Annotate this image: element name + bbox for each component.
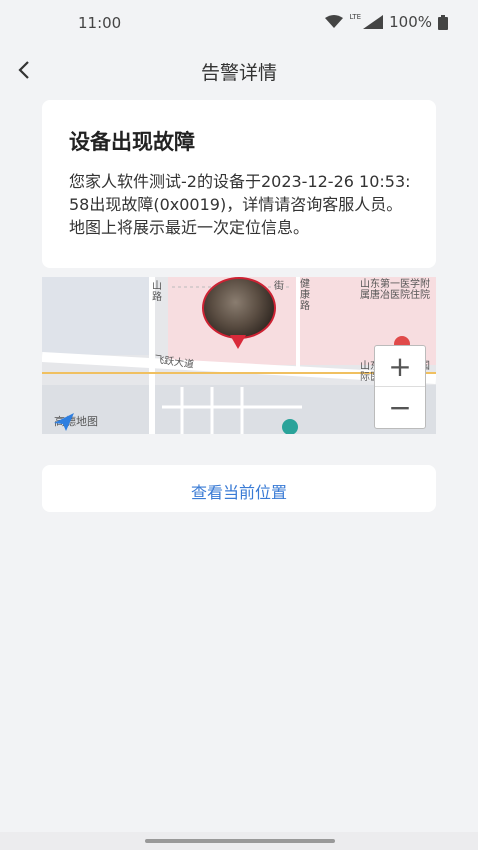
device-location-marker[interactable] (202, 277, 276, 357)
wifi-icon (325, 15, 344, 28)
avatar (202, 277, 276, 339)
map-label-road-right: 健康路 (300, 279, 310, 312)
location-pin-icon (230, 335, 246, 349)
status-icons: LTE 100% (325, 13, 448, 31)
zoom-out-button[interactable]: − (375, 387, 425, 427)
alert-title: 设备出现故障 (69, 130, 195, 154)
nav-bar: 告警详情 (0, 48, 478, 92)
zoom-in-button[interactable]: + (375, 346, 425, 387)
map-label-road-left: 山路 (152, 281, 162, 303)
home-indicator[interactable] (145, 839, 335, 843)
amap-logo-icon (54, 413, 74, 431)
status-time: 11:00 (78, 14, 122, 32)
network-type: LTE (349, 13, 362, 21)
map-label-road-top: 街 (274, 281, 284, 292)
battery-level: 100% (389, 13, 432, 31)
amap-logo: 高德地图 (54, 413, 98, 431)
page-title: 告警详情 (200, 62, 277, 84)
signal-icon (363, 15, 384, 29)
map-label-hospital-1: 山东第一医学附属唐冶医院住院 (360, 279, 430, 301)
view-location-label: 查看当前位置 (190, 483, 287, 502)
alert-card: 设备出现故障 您家人软件测试-2的设备于2023-12-26 10:53:58出… (42, 100, 436, 268)
battery-icon (438, 14, 448, 30)
alert-description: 您家人软件测试-2的设备于2023-12-26 10:53:58出现故障(0x0… (69, 172, 411, 237)
zoom-controls: + − (374, 345, 426, 429)
location-map[interactable]: 山路 街 健康路 山东第一医学附属唐冶医院住院 山东…医大学国际医 飞跃大道 +… (42, 277, 436, 434)
status-bar: 11:00 LTE 100% (0, 0, 478, 48)
view-location-button[interactable]: 查看当前位置 (42, 465, 436, 512)
